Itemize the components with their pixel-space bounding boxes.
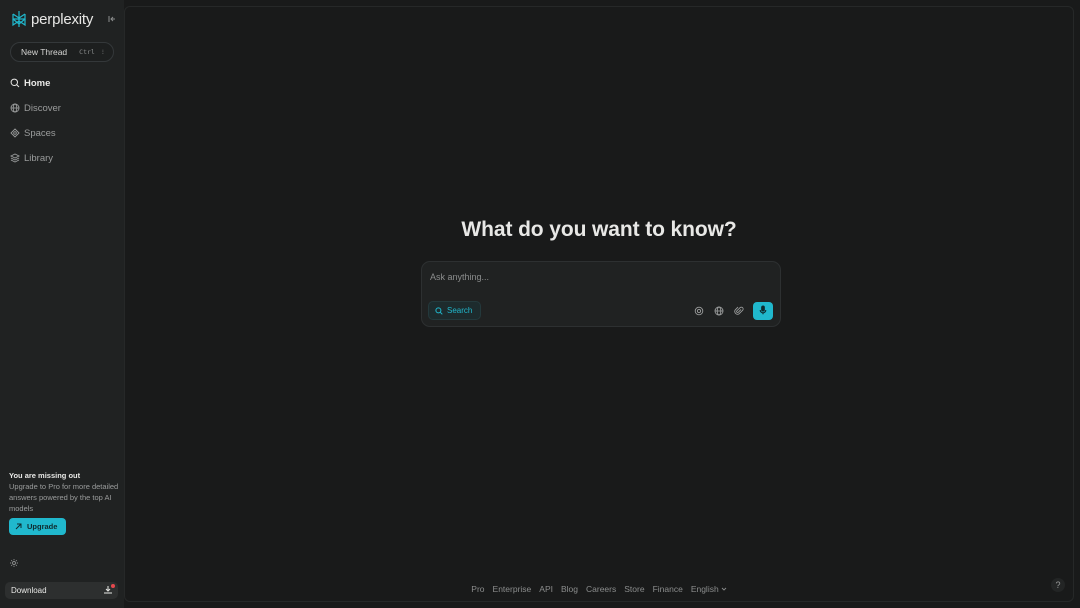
download-button[interactable]: Download [5,582,118,599]
shortcut-key: ⁝ [101,48,104,56]
library-icon [10,153,20,163]
footer-link-api[interactable]: API [539,584,553,594]
globe-icon [10,103,20,113]
brand[interactable]: perplexity [10,10,93,28]
upgrade-promo: You are missing out Upgrade to Pro for m… [9,470,121,535]
focus-icon[interactable] [694,306,704,316]
globe-icon[interactable] [714,306,724,316]
shortcut-modifier: Ctrl [79,48,95,56]
sidebar: perplexity New Thread Ctrl ⁝ Home Discov… [0,0,124,608]
sidebar-item-label: Spaces [24,127,56,139]
home-search-icon [10,78,20,88]
search-mode-label: Search [447,306,473,315]
sidebar-item-library[interactable]: Library [10,151,61,165]
language-selector[interactable]: English [691,584,727,594]
search-icon [435,306,443,315]
sidebar-item-discover[interactable]: Discover [10,101,61,115]
voice-input-button[interactable] [753,302,773,320]
promo-text: Upgrade to Pro for more detailed answers… [9,482,119,513]
sidebar-item-label: Discover [24,102,61,114]
perplexity-app: perplexity New Thread Ctrl ⁝ Home Discov… [0,0,1080,608]
promo-title: You are missing out [9,471,81,480]
search-input[interactable] [430,269,760,285]
language-label: English [690,584,719,594]
help-button[interactable]: ? [1051,578,1065,592]
main-panel: What do you want to know? Search [124,6,1074,602]
chevron-down-icon [721,586,727,592]
footer-link-finance[interactable]: Finance [653,584,683,594]
microphone-icon [759,302,767,320]
brand-name: perplexity [31,10,94,28]
arrow-up-right-icon [15,523,22,530]
sidebar-item-label: Library [24,152,54,164]
footer-link-careers[interactable]: Careers [586,584,616,594]
sidebar-item-home[interactable]: Home [10,76,61,90]
gear-icon[interactable] [9,558,19,568]
collapse-sidebar-button[interactable] [106,13,118,25]
collapse-sidebar-icon [108,10,116,28]
footer-link-enterprise[interactable]: Enterprise [493,584,532,594]
upgrade-label: Upgrade [27,522,58,531]
footer-link-blog[interactable]: Blog [561,584,578,594]
page-title: What do you want to know? [461,218,737,241]
spaces-icon [10,128,20,138]
new-thread-button[interactable]: New Thread Ctrl ⁝ [10,42,114,62]
download-label: Download [11,586,47,595]
perplexity-logo-icon [10,10,28,28]
attach-icon[interactable] [734,306,744,316]
sidebar-item-spaces[interactable]: Spaces [10,126,61,140]
sidebar-nav: Home Discover Spaces Library [10,76,61,176]
footer-link-store[interactable]: Store [624,584,644,594]
notification-dot [111,584,115,588]
search-mode-button[interactable]: Search [428,301,481,320]
upgrade-button[interactable]: Upgrade [9,518,66,535]
footer-link-pro[interactable]: Pro [471,584,484,594]
new-thread-label: New Thread [21,47,68,57]
search-box: Search [421,261,781,327]
sidebar-item-label: Home [24,77,51,89]
footer: Pro Enterprise API Blog Careers Store Fi… [125,584,1073,594]
